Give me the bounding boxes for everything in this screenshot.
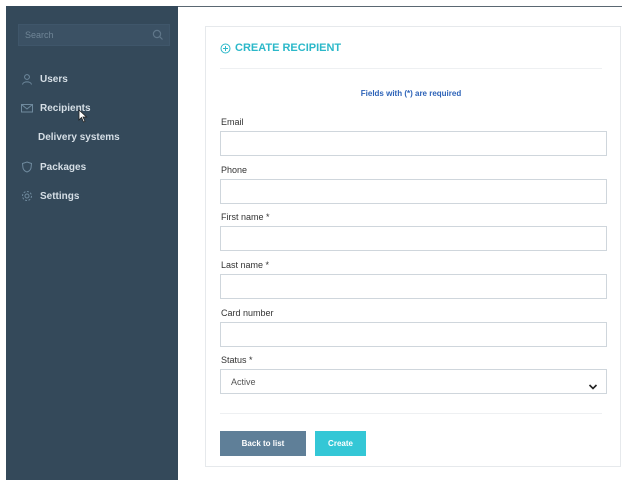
phone-field[interactable] [220,179,607,204]
back-to-list-button[interactable]: Back to list [220,431,306,456]
chevron-down-icon [588,378,598,390]
last-name-label: Last name * [221,260,270,270]
card-number-label: Card number [221,308,274,318]
plus-circle-icon [220,43,231,54]
top-divider [178,6,622,7]
last-name-field[interactable] [220,274,607,299]
user-icon [20,73,34,85]
sidebar-item-packages[interactable]: Packages [20,159,86,175]
sidebar-item-label: Delivery systems [38,131,120,143]
sidebar-item-label: Settings [40,190,80,202]
sidebar-item-label: Packages [40,161,87,173]
sidebar-item-delivery-systems[interactable]: Delivery systems [38,129,120,145]
create-button[interactable]: Create [315,431,366,456]
create-recipient-card: CREATE RECIPIENT Fields with (*) are req… [205,26,621,467]
required-note: Fields with (*) are required [360,89,462,98]
actions-divider [220,413,602,414]
sidebar-item-settings[interactable]: Settings [20,188,79,204]
first-name-field[interactable] [220,226,607,251]
sidebar: Users Recipients Delivery systems Packag… [6,6,178,480]
card-number-field[interactable] [220,322,607,347]
search-input[interactable] [25,28,145,42]
page-title-text: CREATE RECIPIENT [235,42,342,54]
sidebar-item-users[interactable]: Users [20,71,68,87]
phone-label: Phone [221,165,248,175]
gear-icon [20,190,34,202]
search-icon[interactable] [151,28,165,42]
mouse-cursor-icon [78,109,88,123]
first-name-label: First name * [221,212,270,222]
status-selected-value: Active [231,377,256,387]
page-title: CREATE RECIPIENT [220,42,341,54]
title-divider [220,68,602,69]
status-select[interactable]: Active [220,369,607,394]
email-field[interactable] [220,131,607,156]
status-label: Status * [221,355,253,365]
sidebar-item-label: Users [40,73,68,85]
email-label: Email [221,117,244,127]
envelope-icon [20,102,34,114]
sidebar-search[interactable] [18,24,170,46]
shield-icon [20,161,34,173]
